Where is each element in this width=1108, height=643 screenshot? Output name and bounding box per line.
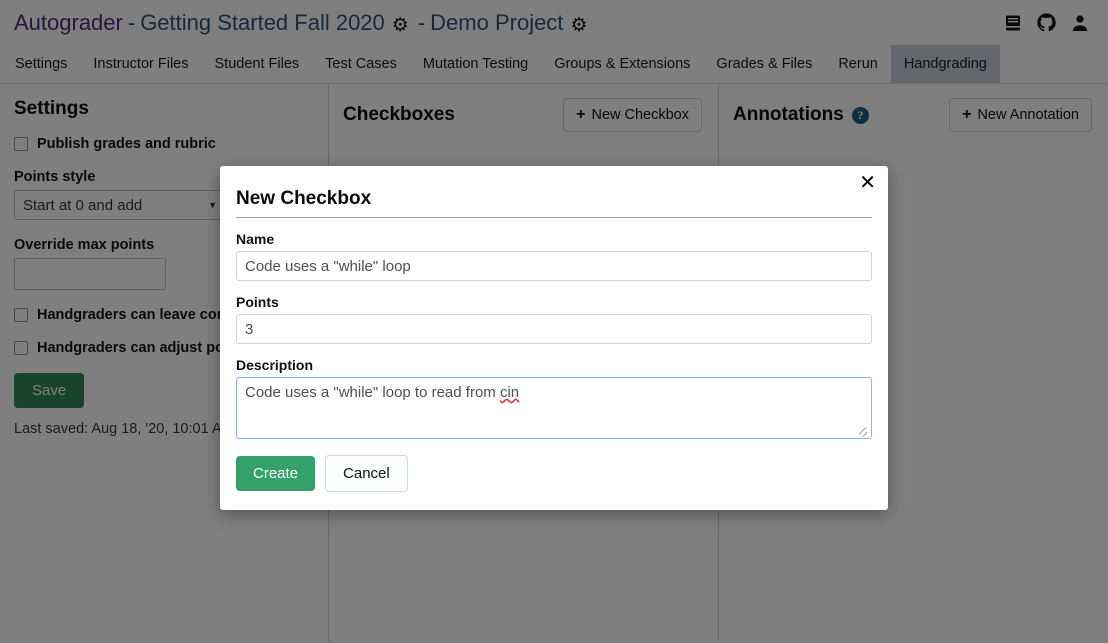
close-icon[interactable]: ✕ <box>859 172 876 192</box>
points-input[interactable]: 3 <box>236 314 872 344</box>
modal-actions: Create Cancel <box>236 455 872 492</box>
description-text: Code uses a "while" loop to read from <box>245 384 500 401</box>
description-misspelled-word: cin <box>499 384 520 401</box>
create-button[interactable]: Create <box>236 456 316 491</box>
description-field-label: Description <box>236 357 314 373</box>
new-checkbox-modal: ✕ New Checkbox Name Code uses a "while" … <box>220 166 888 510</box>
points-input-value: 3 <box>245 320 254 338</box>
modal-title: New Checkbox <box>236 188 372 209</box>
description-textarea[interactable]: Code uses a "while" loop to read from ci… <box>236 377 872 439</box>
textarea-resize-handle[interactable] <box>859 427 869 437</box>
cancel-button[interactable]: Cancel <box>325 455 408 492</box>
name-input-value: Code uses a "while" loop <box>245 257 411 275</box>
name-input[interactable]: Code uses a "while" loop <box>236 251 872 281</box>
points-field-label: Points <box>236 294 279 310</box>
name-field-label: Name <box>236 231 275 247</box>
modal-divider <box>236 217 872 218</box>
